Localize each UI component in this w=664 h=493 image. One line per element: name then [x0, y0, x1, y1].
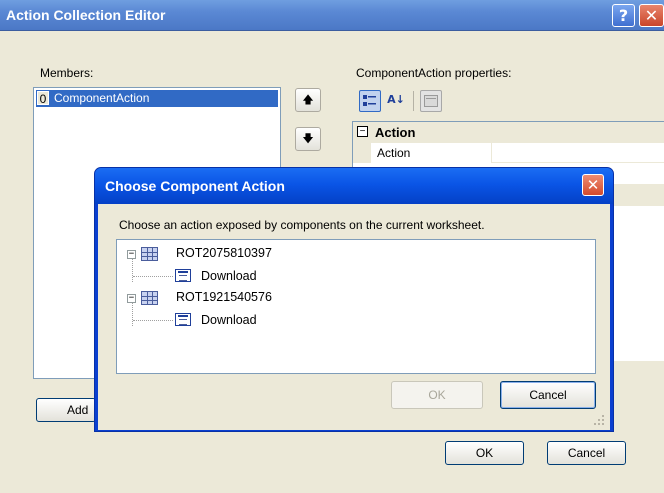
inner-title-text: Choose Component Action — [105, 178, 285, 194]
help-button[interactable]: ? — [612, 4, 635, 27]
member-index: 0 — [37, 91, 49, 106]
action-icon — [175, 269, 191, 282]
collapse-icon[interactable]: − — [127, 250, 136, 259]
collapse-icon[interactable]: − — [127, 294, 136, 303]
alphabetical-icon[interactable]: A↓ — [385, 90, 407, 112]
categorized-icon[interactable] — [359, 90, 381, 112]
property-gutter — [353, 143, 371, 163]
list-item[interactable]: 0 ComponentAction — [36, 90, 278, 107]
collapse-icon[interactable]: − — [357, 126, 368, 137]
tree-node-label[interactable]: ROT2075810397 — [176, 246, 272, 260]
tree-line — [133, 320, 173, 321]
property-value[interactable] — [491, 143, 664, 163]
add-button[interactable]: Add — [36, 398, 96, 422]
property-toolbar: A↓ — [356, 87, 466, 115]
move-down-button[interactable]: 🡇 — [295, 127, 321, 151]
table-icon — [141, 247, 158, 261]
resize-grip-icon[interactable] — [593, 414, 607, 428]
properties-label: ComponentAction properties: — [356, 66, 512, 80]
cancel-button[interactable]: Cancel — [547, 441, 626, 465]
property-category-label: Action — [375, 125, 416, 140]
outer-title-text: Action Collection Editor — [6, 7, 166, 23]
member-label: ComponentAction — [54, 91, 150, 105]
move-up-button[interactable]: 🡅 — [295, 88, 321, 112]
inner-ok-button[interactable]: OK — [391, 381, 483, 409]
component-tree[interactable]: − ROT2075810397 Download − ROT1921540576… — [116, 239, 596, 374]
table-icon — [141, 291, 158, 305]
property-pages-icon[interactable] — [420, 90, 442, 112]
tree-child-label[interactable]: Download — [201, 269, 257, 283]
inner-prompt: Choose an action exposed by components o… — [119, 218, 485, 232]
tree-line — [132, 258, 133, 282]
tree-line — [133, 276, 173, 277]
inner-close-button[interactable]: ✕ — [582, 174, 604, 196]
inner-dialog-body: Choose an action exposed by components o… — [98, 204, 610, 430]
tree-line — [132, 302, 133, 326]
action-icon — [175, 313, 191, 326]
choose-component-action-dialog: Choose Component Action ✕ Choose an acti… — [94, 167, 614, 432]
close-button[interactable]: ✕ — [639, 4, 664, 27]
tree-child-label[interactable]: Download — [201, 313, 257, 327]
toolbar-separator — [413, 91, 414, 111]
inner-title-bar[interactable]: Choose Component Action ✕ — [95, 168, 613, 204]
ok-button[interactable]: OK — [445, 441, 524, 465]
inner-cancel-button[interactable]: Cancel — [500, 381, 596, 409]
property-row[interactable]: Action — [353, 143, 664, 163]
property-name: Action — [377, 146, 411, 160]
tree-node-label[interactable]: ROT1921540576 — [176, 290, 272, 304]
property-category-row[interactable]: − Action — [353, 122, 664, 143]
members-label: Members: — [40, 66, 94, 80]
outer-title-bar[interactable]: Action Collection Editor ? ✕ — [0, 0, 664, 31]
